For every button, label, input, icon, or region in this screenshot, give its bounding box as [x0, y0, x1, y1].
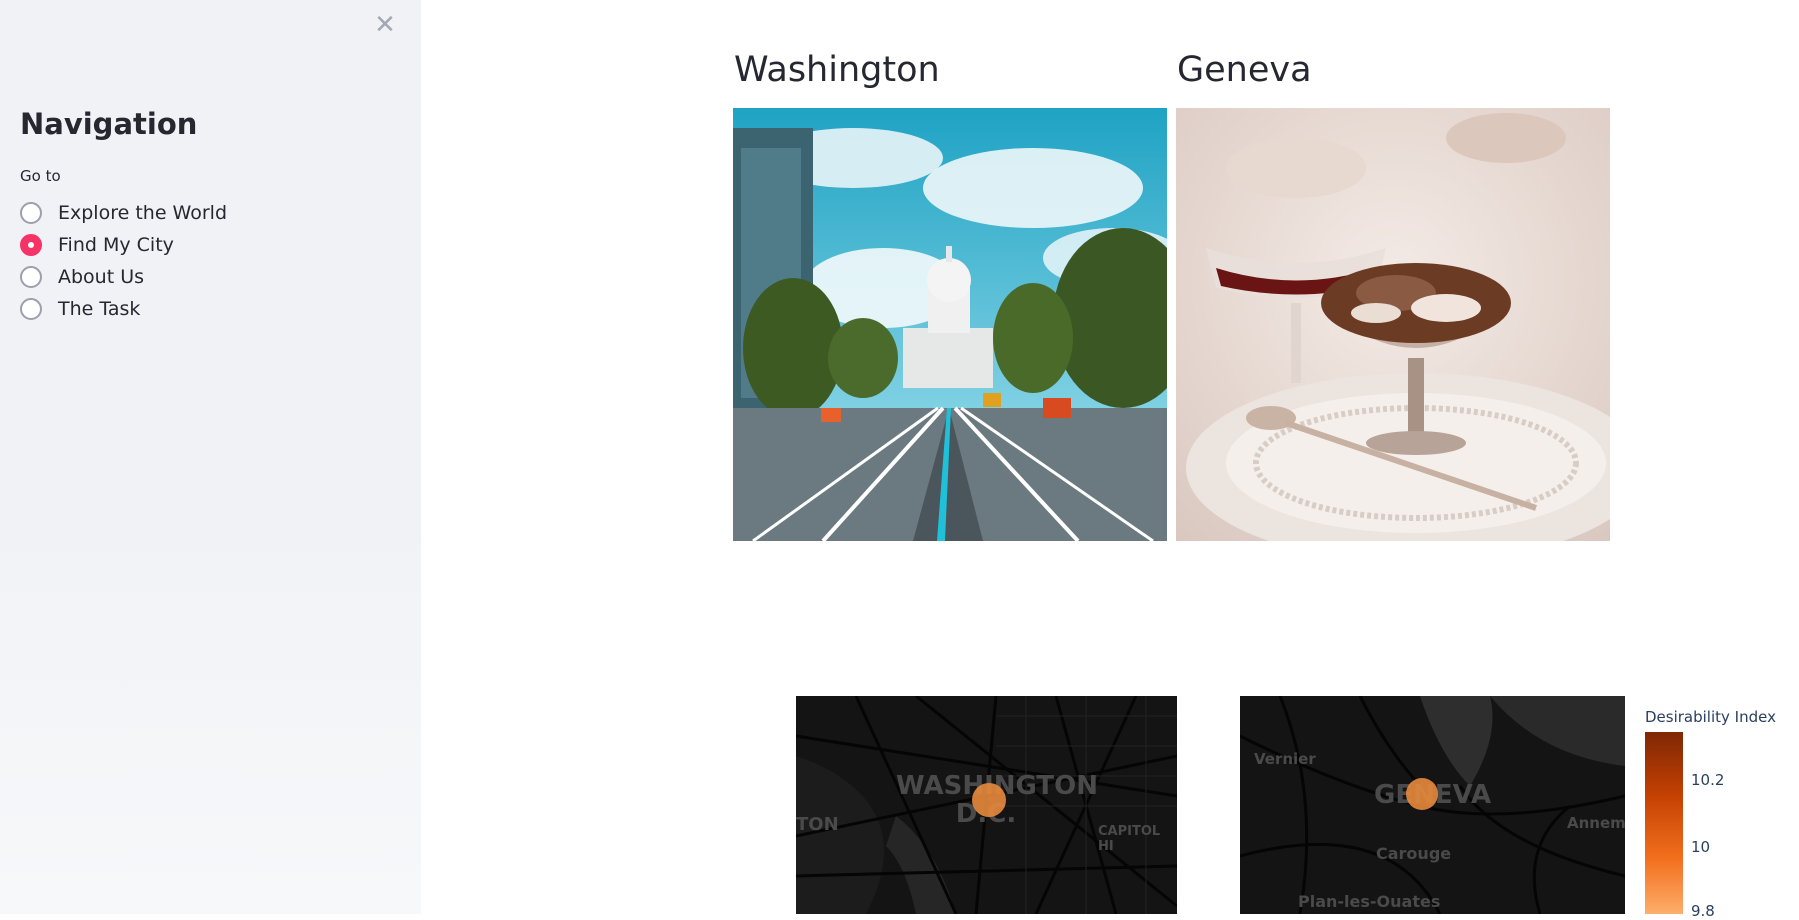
geneva-photo: [1176, 108, 1610, 541]
radio-option-find-my-city[interactable]: Find My City: [20, 229, 227, 261]
radio-label: Find My City: [58, 234, 174, 256]
radio-option-about-us[interactable]: About Us: [20, 261, 227, 293]
city-marker[interactable]: [1406, 778, 1438, 810]
radio-label: The Task: [58, 298, 141, 320]
sidebar-title: Navigation: [20, 107, 198, 141]
map-sublabel: TON: [796, 814, 839, 835]
map-sublabel: CAPITOL HI: [1098, 824, 1161, 854]
radio-label: Explore the World: [58, 202, 228, 224]
close-icon[interactable]: ✕: [372, 12, 398, 38]
sidebar: ✕ Navigation Go to Explore the World Fin…: [0, 0, 421, 914]
colorbar: [1645, 732, 1683, 914]
colorbar-tick: 10: [1691, 838, 1711, 856]
colorbar-title: Desirability Index: [1645, 708, 1776, 726]
city-title-geneva: Geneva: [1177, 50, 1312, 90]
map-sublabel: Vernier: [1254, 750, 1316, 768]
goto-label: Go to: [20, 167, 61, 185]
map-washington[interactable]: WASHINGTON D.C. TON CAPITOL HI: [796, 696, 1177, 914]
map-sublabel: Carouge: [1376, 844, 1452, 863]
radio-button[interactable]: [20, 266, 42, 288]
map-sublabel: Plan-les-Ouates: [1298, 892, 1441, 911]
colorbar-tick: 10.2: [1691, 771, 1725, 789]
washington-photo: [733, 108, 1167, 541]
city-marker[interactable]: [972, 783, 1006, 817]
radio-label: About Us: [58, 266, 145, 288]
colorbar-tick: 9.8: [1691, 902, 1715, 920]
map-geneva[interactable]: Vernier GENEVA Carouge Plan-les-Ouates A…: [1240, 696, 1625, 914]
radio-button-selected[interactable]: [20, 234, 42, 256]
radio-button[interactable]: [20, 298, 42, 320]
map-sublabel: Annem: [1567, 814, 1625, 832]
radio-option-the-task[interactable]: The Task: [20, 293, 227, 325]
navigation-radio-group: Explore the World Find My City About Us …: [20, 197, 227, 325]
city-title-washington: Washington: [734, 50, 940, 90]
radio-option-explore-the-world[interactable]: Explore the World: [20, 197, 227, 229]
radio-button[interactable]: [20, 202, 42, 224]
